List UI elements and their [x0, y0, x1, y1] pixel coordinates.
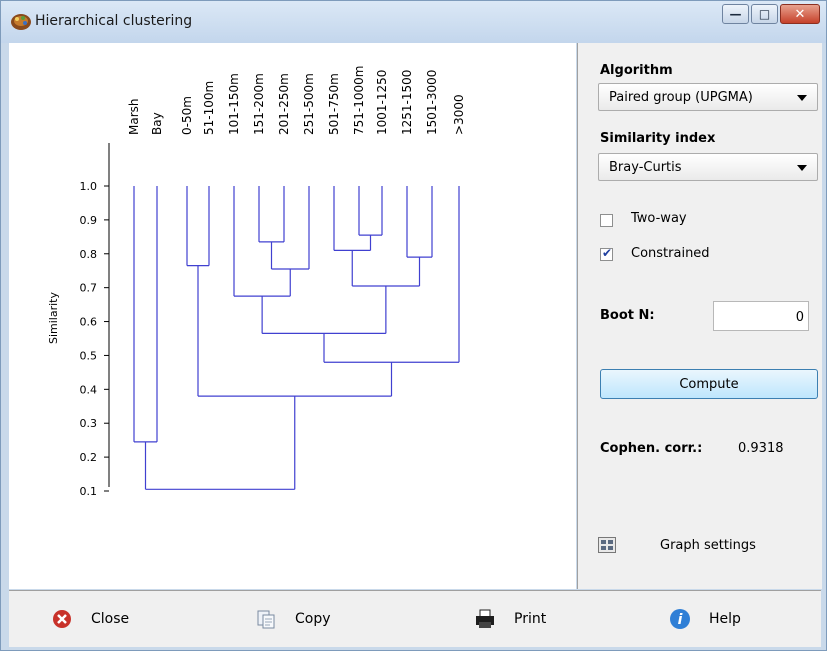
close-icon: ✕ — [794, 6, 806, 22]
y-tick-label: 0.7 — [80, 282, 98, 295]
compute-button[interactable]: Compute — [600, 369, 818, 399]
y-tick-label: 1.0 — [80, 180, 98, 193]
print-button[interactable]: Print — [474, 591, 546, 647]
close-label: Close — [91, 611, 130, 627]
checkmark-icon: ✔ — [602, 246, 613, 260]
two-way-checkbox[interactable] — [600, 214, 613, 227]
similarity-index-value: Bray-Curtis — [609, 160, 682, 175]
leaf-label: 1501-3000 — [425, 70, 439, 135]
y-tick-label: 0.8 — [80, 248, 98, 261]
two-way-label: Two-way — [631, 211, 687, 226]
algorithm-label: Algorithm — [600, 63, 673, 78]
minimize-button[interactable]: — — [722, 4, 749, 24]
leaf-label: 751-1000m — [352, 66, 366, 135]
cophenetic-correlation-value: 0.9318 — [738, 441, 784, 456]
window-title: Hierarchical clustering — [35, 13, 193, 29]
leaf-label: 51-100m — [202, 81, 216, 135]
leaf-label: Marsh — [127, 99, 141, 136]
y-tick-label: 0.4 — [80, 383, 98, 396]
footer-toolbar: Close Copy Print i Help — [9, 590, 821, 647]
y-tick-label: 0.3 — [80, 417, 98, 430]
constrained-checkbox[interactable]: ✔ — [600, 246, 613, 261]
y-tick-label: 0.5 — [80, 349, 98, 362]
close-circle-icon — [53, 610, 71, 628]
close-button[interactable]: Close — [51, 591, 129, 647]
leaf-label: 101-150m — [227, 73, 241, 135]
app-icon — [11, 14, 31, 30]
chevron-down-icon — [797, 95, 807, 101]
copy-label: Copy — [295, 611, 331, 627]
boot-n-input[interactable] — [718, 303, 806, 331]
similarity-index-label: Similarity index — [600, 131, 716, 146]
boot-n-label: Boot N: — [600, 308, 655, 323]
leaf-label: 251-500m — [302, 73, 316, 135]
close-window-button[interactable]: ✕ — [780, 4, 820, 24]
cophenetic-correlation-label: Cophen. corr.: — [600, 441, 703, 456]
dendrogram-svg: 1.0 0.9 0.8 0.7 0.6 0.5 0.4 0.3 0.2 0.1 Similarity… — [47, 66, 466, 498]
graph-settings-button[interactable]: Graph settings — [660, 538, 756, 553]
leaf-label: 151-200m — [252, 73, 266, 135]
title-bar: Hierarchical clustering — □ ✕ — [1, 1, 826, 43]
copy-icon — [257, 610, 275, 629]
constrained-label: Constrained — [631, 246, 710, 261]
algorithm-value: Paired group (UPGMA) — [609, 90, 753, 105]
leaf-label: 1001-1250 — [375, 70, 389, 135]
y-tick-label: 0.2 — [80, 451, 98, 464]
leaf-label: Bay — [150, 112, 164, 135]
help-label: Help — [709, 611, 741, 627]
similarity-index-dropdown[interactable]: Bray-Curtis — [598, 153, 818, 181]
chevron-down-icon — [797, 165, 807, 171]
dendrogram-plot: 1.0 0.9 0.8 0.7 0.6 0.5 0.4 0.3 0.2 0.1 Similarity… — [9, 43, 576, 589]
leaf-label: >3000 — [452, 94, 466, 135]
settings-panel: Algorithm Paired group (UPGMA) Similarit… — [577, 43, 822, 589]
boot-n-field[interactable] — [713, 301, 809, 331]
leaf-label: 501-750m — [327, 73, 341, 135]
svg-text:i: i — [678, 612, 683, 628]
algorithm-dropdown[interactable]: Paired group (UPGMA) — [598, 83, 818, 111]
leaf-label: 0-50m — [180, 96, 194, 135]
printer-icon — [476, 609, 494, 628]
maximize-icon: □ — [758, 7, 771, 21]
print-label: Print — [514, 611, 547, 627]
minimize-icon: — — [729, 7, 742, 21]
y-tick-label: 0.6 — [80, 316, 98, 329]
y-axis-title: Similarity — [47, 292, 60, 344]
hierarchical-clustering-window: Hierarchical clustering — □ ✕ 1.0 0.9 0.8 0… — [0, 0, 827, 651]
info-icon: i — [670, 609, 690, 629]
leaf-label: 1251-1500 — [400, 70, 414, 135]
copy-button[interactable]: Copy — [255, 591, 331, 647]
y-tick-label: 0.9 — [80, 214, 98, 227]
maximize-button[interactable]: □ — [751, 4, 778, 24]
help-button[interactable]: i Help — [669, 591, 741, 647]
graph-settings-icon[interactable] — [598, 537, 616, 553]
leaf-label: 201-250m — [277, 73, 291, 135]
y-tick-label: 0.1 — [80, 485, 98, 498]
